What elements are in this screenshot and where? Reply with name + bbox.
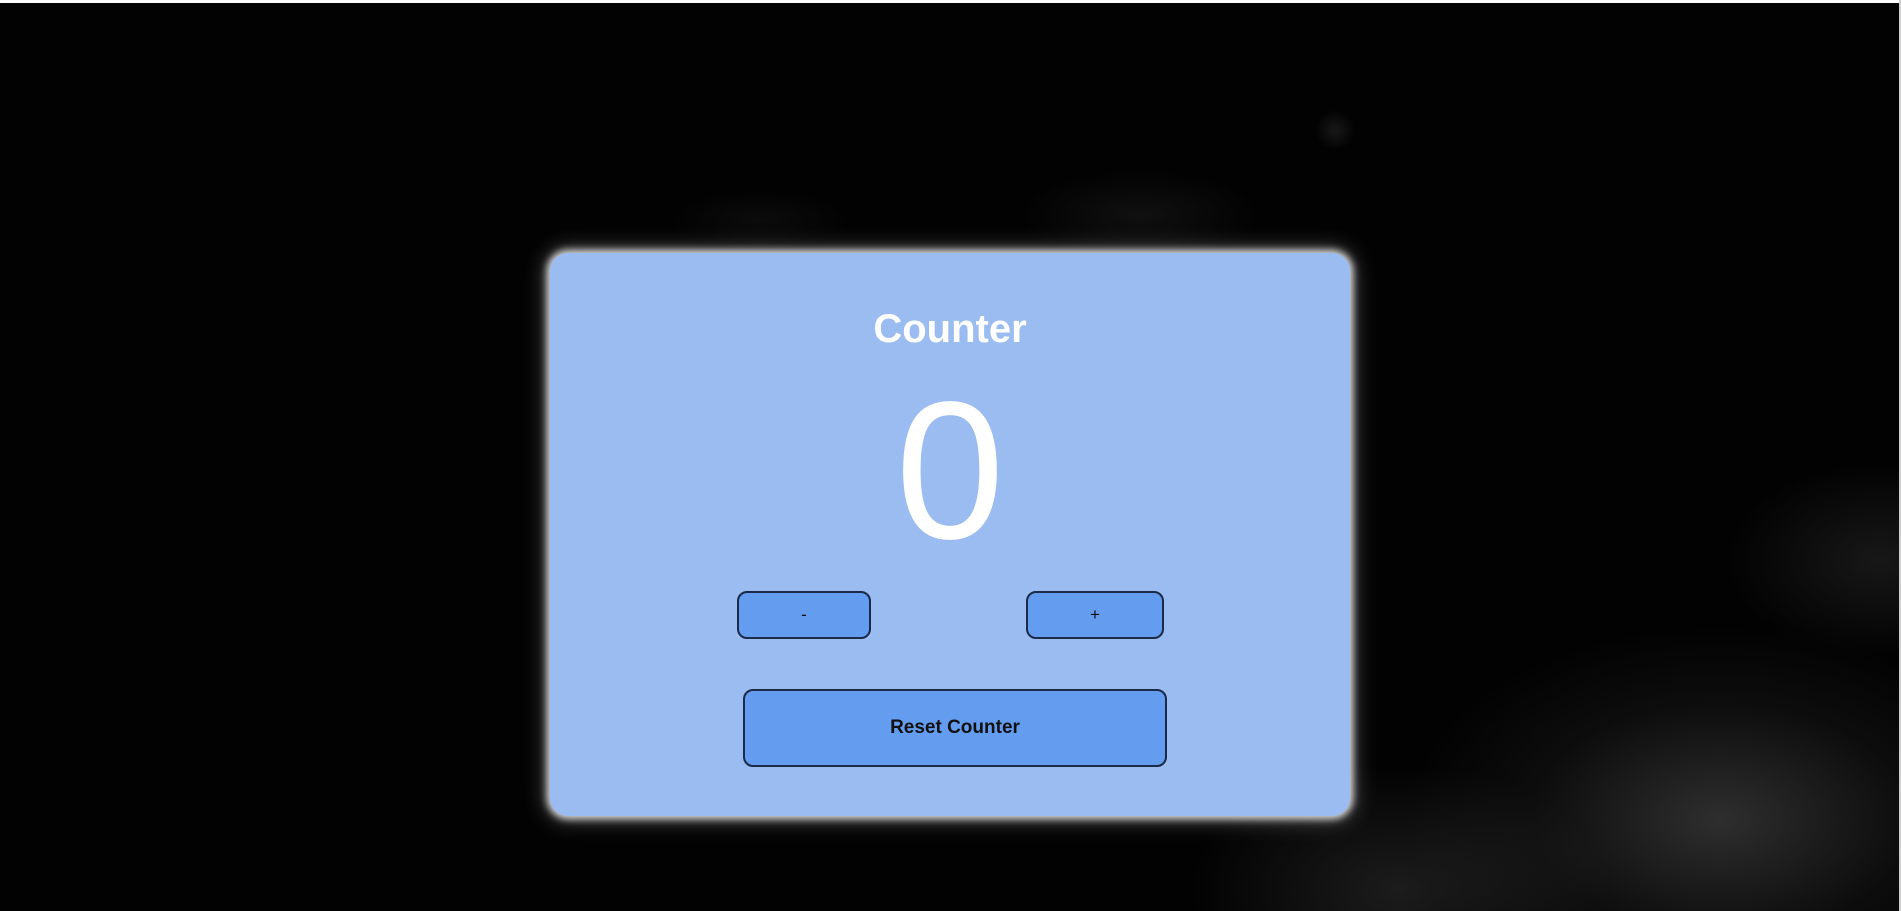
counter-title: Counter bbox=[873, 307, 1027, 351]
counter-card: Counter 0 - + Reset Counter bbox=[550, 253, 1350, 816]
decrement-button[interactable]: - bbox=[737, 591, 871, 639]
viewport-top-edge bbox=[0, 0, 1901, 3]
increment-button[interactable]: + bbox=[1026, 591, 1164, 639]
reset-counter-button[interactable]: Reset Counter bbox=[743, 689, 1167, 767]
page-background: Counter 0 - + Reset Counter bbox=[0, 0, 1901, 911]
counter-value: 0 bbox=[895, 361, 1005, 580]
